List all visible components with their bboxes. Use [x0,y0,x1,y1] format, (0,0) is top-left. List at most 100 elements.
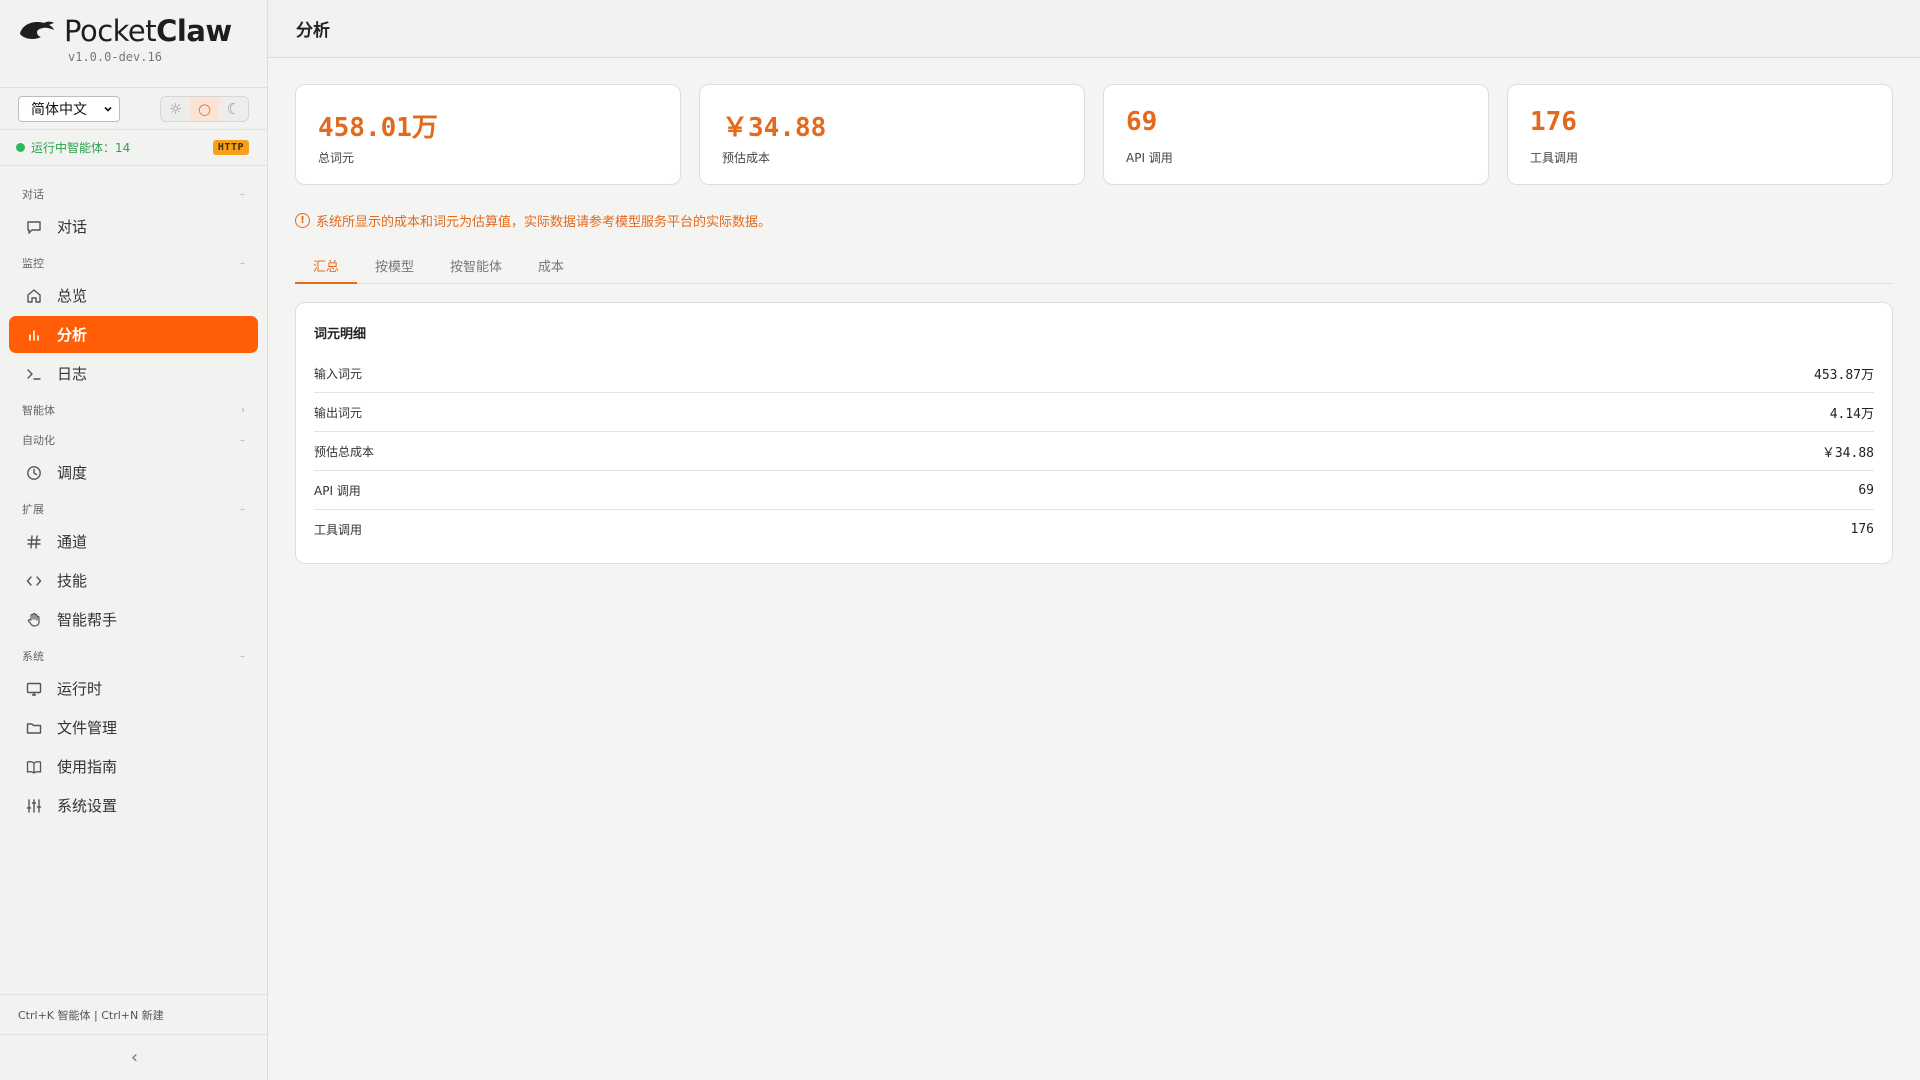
row-label: 输出词元 [314,405,363,420]
status-dot-icon [16,143,25,152]
sidebar-item-logs[interactable]: 日志 [9,355,258,392]
section-system[interactable]: 系统 – [0,644,267,668]
table-row: API 调用 69 [314,471,1874,510]
collapse-icon: – [240,257,245,269]
chevron-left-icon: ‹ [130,1047,139,1068]
sidebar-item-channels[interactable]: 通道 [9,523,258,560]
brand: PocketClaw v1.0.0-dev.16 [0,0,267,88]
sun-icon[interactable]: ☼ [161,96,190,121]
estimate-notice: ! 系统所显示的成本和词元为估算值，实际数据请参考模型服务平台的实际数据。 [295,211,1893,230]
sliders-icon [25,797,43,815]
circle-icon[interactable]: ○ [190,96,219,121]
stat-card-tool-calls: 176 工具调用 [1507,84,1893,185]
sidebar-item-analytics[interactable]: 分析 [9,316,258,353]
stat-value: 458.01万 [318,113,438,143]
sidebar-item-settings[interactable]: 系统设置 [9,787,258,824]
sidebar: PocketClaw v1.0.0-dev.16 简体中文 ☼ ○ ☾ 运行中智… [0,0,269,1080]
stat-value: ￥34.88 [722,113,827,143]
row-value: 69 [1858,482,1874,498]
section-chat[interactable]: 对话 – [0,182,267,206]
stats-row: 458.01万 总词元 ￥34.88 预估成本 69 API 调用 176 工具… [295,84,1893,185]
table-row: 输入词元 453.87万 [314,354,1874,393]
page-title: 分析 [296,21,330,41]
clock-icon [25,464,43,482]
stat-value: 69 [1126,107,1158,137]
sidebar-item-chat[interactable]: 对话 [9,208,258,245]
running-agents-text: 运行中智能体：14 [31,141,131,155]
row-value: 453.87万 [1814,367,1874,383]
sidebar-footer: Ctrl+K 智能体 | Ctrl+N 新建 ‹ [0,994,269,1080]
row-label: 工具调用 [314,523,363,537]
section-agents[interactable]: 智能体 › [0,398,267,422]
agent-status: 运行中智能体：14 HTTP [0,130,267,166]
expand-icon: › [241,404,245,416]
row-value: 4.14万 [1829,406,1874,422]
row-value: 176 [1850,522,1874,537]
sidebar-controls: 简体中文 ☼ ○ ☾ [0,88,267,130]
row-label: 输入词元 [314,366,363,381]
collapse-icon: – [240,503,245,515]
section-extensions[interactable]: 扩展 – [0,497,267,521]
collapse-sidebar-button[interactable]: ‹ [0,1034,269,1080]
analytics-tabs: 汇总 按模型 按智能体 成本 [295,256,1893,284]
stat-label: 预估成本 [722,151,771,165]
hash-icon [25,533,43,551]
table-row: 工具调用 176 [314,510,1874,549]
sidebar-item-schedule[interactable]: 调度 [9,454,258,491]
app-version: v1.0.0-dev.16 [68,50,162,64]
shortcut-hint: Ctrl+K 智能体 | Ctrl+N 新建 [0,994,269,1034]
tab-summary[interactable]: 汇总 [295,256,358,284]
card-title: 词元明细 [314,327,367,342]
book-icon [25,758,43,776]
collapse-icon: – [240,188,245,200]
topbar: 分析 [268,0,1920,58]
code-icon [25,572,43,590]
app-window: PocketClaw v1.0.0-dev.16 简体中文 ☼ ○ ☾ 运行中智… [0,0,1920,1080]
section-automation[interactable]: 自动化 – [0,428,267,452]
stat-card-api-calls: 69 API 调用 [1103,84,1489,185]
chevron-down-icon [104,106,112,112]
main-content: 分析 458.01万 总词元 ￥34.88 预估成本 69 API 调用 176 [268,0,1920,1080]
stat-card-total-tokens: 458.01万 总词元 [295,84,681,185]
http-badge: HTTP [212,140,249,155]
folder-icon [25,719,43,737]
table-row: 输出词元 4.14万 [314,393,1874,432]
brand-name: PocketClaw [64,14,232,48]
analytics-content: 458.01万 总词元 ￥34.88 预估成本 69 API 调用 176 工具… [268,58,1920,590]
tab-cost[interactable]: 成本 [520,256,582,284]
sidebar-item-overview[interactable]: 总览 [9,277,258,314]
notice-text: 系统所显示的成本和词元为估算值，实际数据请参考模型服务平台的实际数据。 [316,215,772,230]
terminal-icon [25,365,43,383]
home-icon [25,287,43,305]
monitor-icon [25,680,43,698]
sidebar-item-assistant[interactable]: 智能帮手 [9,601,258,638]
message-icon [25,218,43,236]
sidebar-item-guide[interactable]: 使用指南 [9,748,258,785]
moon-icon[interactable]: ☾ [219,96,248,121]
bar-chart-icon [25,326,43,344]
row-label: 预估总成本 [314,444,375,459]
table-row: 预估总成本 ￥34.88 [314,432,1874,471]
stat-label: 总词元 [318,151,355,165]
sidebar-item-skills[interactable]: 技能 [9,562,258,599]
tab-by-model[interactable]: 按模型 [357,256,432,284]
sidebar-item-runtime[interactable]: 运行时 [9,670,258,707]
sidebar-item-files[interactable]: 文件管理 [9,709,258,746]
hand-icon [25,611,43,629]
sidebar-nav: 对话 – 对话 监控 – 总览 分析 日志 智能体 › 自动化 – 调度 扩展 … [0,166,267,1080]
info-icon: ! [295,213,310,228]
row-label: API 调用 [314,483,361,498]
row-value: ￥34.88 [1821,445,1874,461]
tab-by-agent[interactable]: 按智能体 [432,256,520,284]
stat-label: 工具调用 [1530,151,1579,165]
theme-switcher: ☼ ○ ☾ [160,95,249,122]
stat-value: 176 [1530,107,1577,137]
token-detail-card: 词元明细 输入词元 453.87万 输出词元 4.14万 预估总成本 ￥34.8… [295,302,1893,564]
collapse-icon: – [240,650,245,662]
language-select[interactable]: 简体中文 [18,95,120,122]
claw-logo-icon [20,21,54,39]
section-monitor[interactable]: 监控 – [0,251,267,275]
stat-card-estimated-cost: ￥34.88 预估成本 [699,84,1085,185]
collapse-icon: – [240,434,245,446]
stat-label: API 调用 [1126,151,1173,165]
